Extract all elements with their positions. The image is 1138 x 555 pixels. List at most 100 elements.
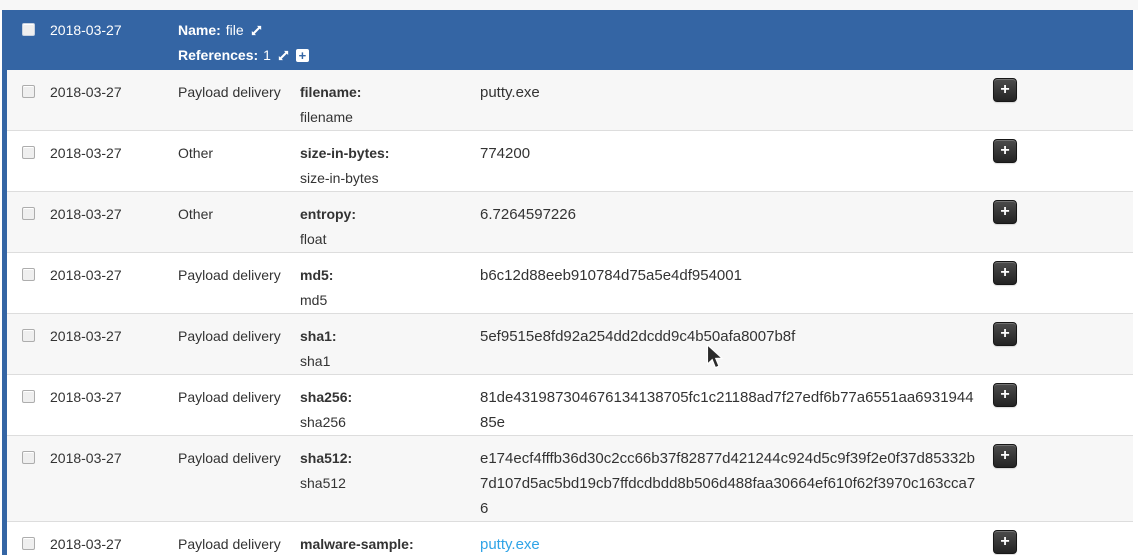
attribute-type-sub: filename [300,105,480,130]
row-action-cell: + [980,141,1133,163]
add-reference-icon[interactable]: + [296,49,309,62]
attribute-date: 2018-03-27 [50,324,178,349]
attribute-category: Other [178,141,300,166]
attribute-value-link[interactable]: putty.exe [480,532,980,555]
object-date: 2018-03-27 [50,18,178,43]
attribute-value: 5ef9515e8fd92a254dd2dcdd9c4b50afa8007b8f [480,324,980,349]
page-top-strip [0,0,1138,10]
attribute-type-label: entropy: [300,202,480,227]
expand-arrows-icon[interactable] [277,49,290,62]
row-action-cell: + [980,324,1133,346]
expand-arrows-icon[interactable] [250,24,263,37]
attribute-type-sub: sha1 [300,349,480,374]
attribute-select-checkbox[interactable] [22,268,35,281]
add-enrichment-button[interactable]: + [993,383,1017,407]
misp-object-block: 2018-03-27 Name: file References: 1 [2,10,1133,555]
attribute-type-sub: md5 [300,288,480,313]
row-action-cell: + [980,80,1133,102]
attribute-date: 2018-03-27 [50,263,178,288]
attribute-value: 774200 [480,141,980,166]
attribute-date: 2018-03-27 [50,202,178,227]
attribute-row: 2018-03-27 Payload delivery malware-samp… [7,522,1133,555]
attribute-select-checkbox[interactable] [22,207,35,220]
row-action-cell: + [980,385,1133,407]
attribute-category: Payload delivery [178,385,300,410]
attribute-select-checkbox[interactable] [22,451,35,464]
add-enrichment-button[interactable]: + [993,139,1017,163]
object-meta: Name: file References: 1 + [178,18,309,68]
row-action-cell: + [980,202,1133,224]
row-check-cell [7,446,50,472]
attribute-type-label: sha256: [300,385,480,410]
row-action-cell: + [980,532,1133,554]
attribute-value: b6c12d88eeb910784d75a5e4df954001 [480,263,980,288]
add-enrichment-button[interactable]: + [993,444,1017,468]
attribute-select-checkbox[interactable] [22,146,35,159]
attribute-date: 2018-03-27 [50,80,178,105]
object-header: 2018-03-27 Name: file References: 1 [7,10,1133,70]
row-check-cell [7,80,50,106]
attribute-value: putty.exe [480,80,980,105]
attribute-type-sub: size-in-bytes [300,166,480,191]
row-check-cell [7,202,50,228]
attribute-row: 2018-03-27 Other entropy: float 6.726459… [7,192,1133,253]
add-enrichment-button[interactable]: + [993,530,1017,554]
attribute-type-sub: sha256 [300,410,480,435]
attribute-date: 2018-03-27 [50,385,178,410]
attribute-row: 2018-03-27 Payload delivery sha1: sha1 5… [7,314,1133,375]
attribute-category: Payload delivery [178,446,300,471]
attribute-type-label: filename: [300,80,480,105]
row-check-cell [7,324,50,350]
add-enrichment-button[interactable]: + [993,261,1017,285]
references-label: References: [178,43,258,68]
object-header-check-cell [7,18,50,44]
attribute-value: 81de431987304676134138705fc1c21188ad7f27… [480,385,980,435]
attribute-type-label: md5: [300,263,480,288]
attribute-row: 2018-03-27 Payload delivery sha256: sha2… [7,375,1133,436]
attribute-type-cell: malware-sample: [300,532,480,555]
row-action-cell: + [980,446,1133,468]
add-enrichment-button[interactable]: + [993,322,1017,346]
attribute-date: 2018-03-27 [50,141,178,166]
row-action-cell: + [980,263,1133,285]
attribute-type-cell: sha256: sha256 [300,385,480,435]
attribute-category: Payload delivery [178,263,300,288]
attribute-category: Payload delivery [178,532,300,555]
attribute-category: Payload delivery [178,80,300,105]
row-check-cell [7,385,50,411]
row-check-cell [7,532,50,555]
attribute-type-cell: md5: md5 [300,263,480,313]
row-check-cell [7,141,50,167]
attribute-type-label: malware-sample: [300,532,480,555]
attribute-type-sub: sha512 [300,471,480,496]
attribute-type-cell: size-in-bytes: size-in-bytes [300,141,480,191]
object-name-value: file [226,18,244,43]
attribute-type-label: sha512: [300,446,480,471]
attribute-date: 2018-03-27 [50,532,178,555]
object-name-line: Name: file [178,18,309,43]
attribute-row: 2018-03-27 Payload delivery filename: fi… [7,70,1133,131]
attribute-row: 2018-03-27 Payload delivery sha512: sha5… [7,436,1133,522]
attribute-type-sub: float [300,227,480,252]
attribute-category: Other [178,202,300,227]
attribute-type-label: size-in-bytes: [300,141,480,166]
add-enrichment-button[interactable]: + [993,78,1017,102]
attribute-select-checkbox[interactable] [22,85,35,98]
attribute-select-checkbox[interactable] [22,390,35,403]
add-enrichment-button[interactable]: + [993,200,1017,224]
attribute-select-checkbox[interactable] [22,537,35,550]
object-references-line: References: 1 + [178,43,309,68]
attribute-type-cell: sha1: sha1 [300,324,480,374]
object-select-checkbox[interactable] [22,23,35,36]
attribute-type-cell: filename: filename [300,80,480,130]
attribute-select-checkbox[interactable] [22,329,35,342]
attribute-date: 2018-03-27 [50,446,178,471]
attribute-row: 2018-03-27 Other size-in-bytes: size-in-… [7,131,1133,192]
attribute-rows-container: 2018-03-27 Payload delivery filename: fi… [7,70,1133,555]
attribute-type-cell: entropy: float [300,202,480,252]
row-check-cell [7,263,50,289]
attribute-type-label: sha1: [300,324,480,349]
attribute-value: e174ecf4fffb36d30c2cc66b37f82877d421244c… [480,446,980,521]
attribute-category: Payload delivery [178,324,300,349]
attribute-value: 6.7264597226 [480,202,980,227]
